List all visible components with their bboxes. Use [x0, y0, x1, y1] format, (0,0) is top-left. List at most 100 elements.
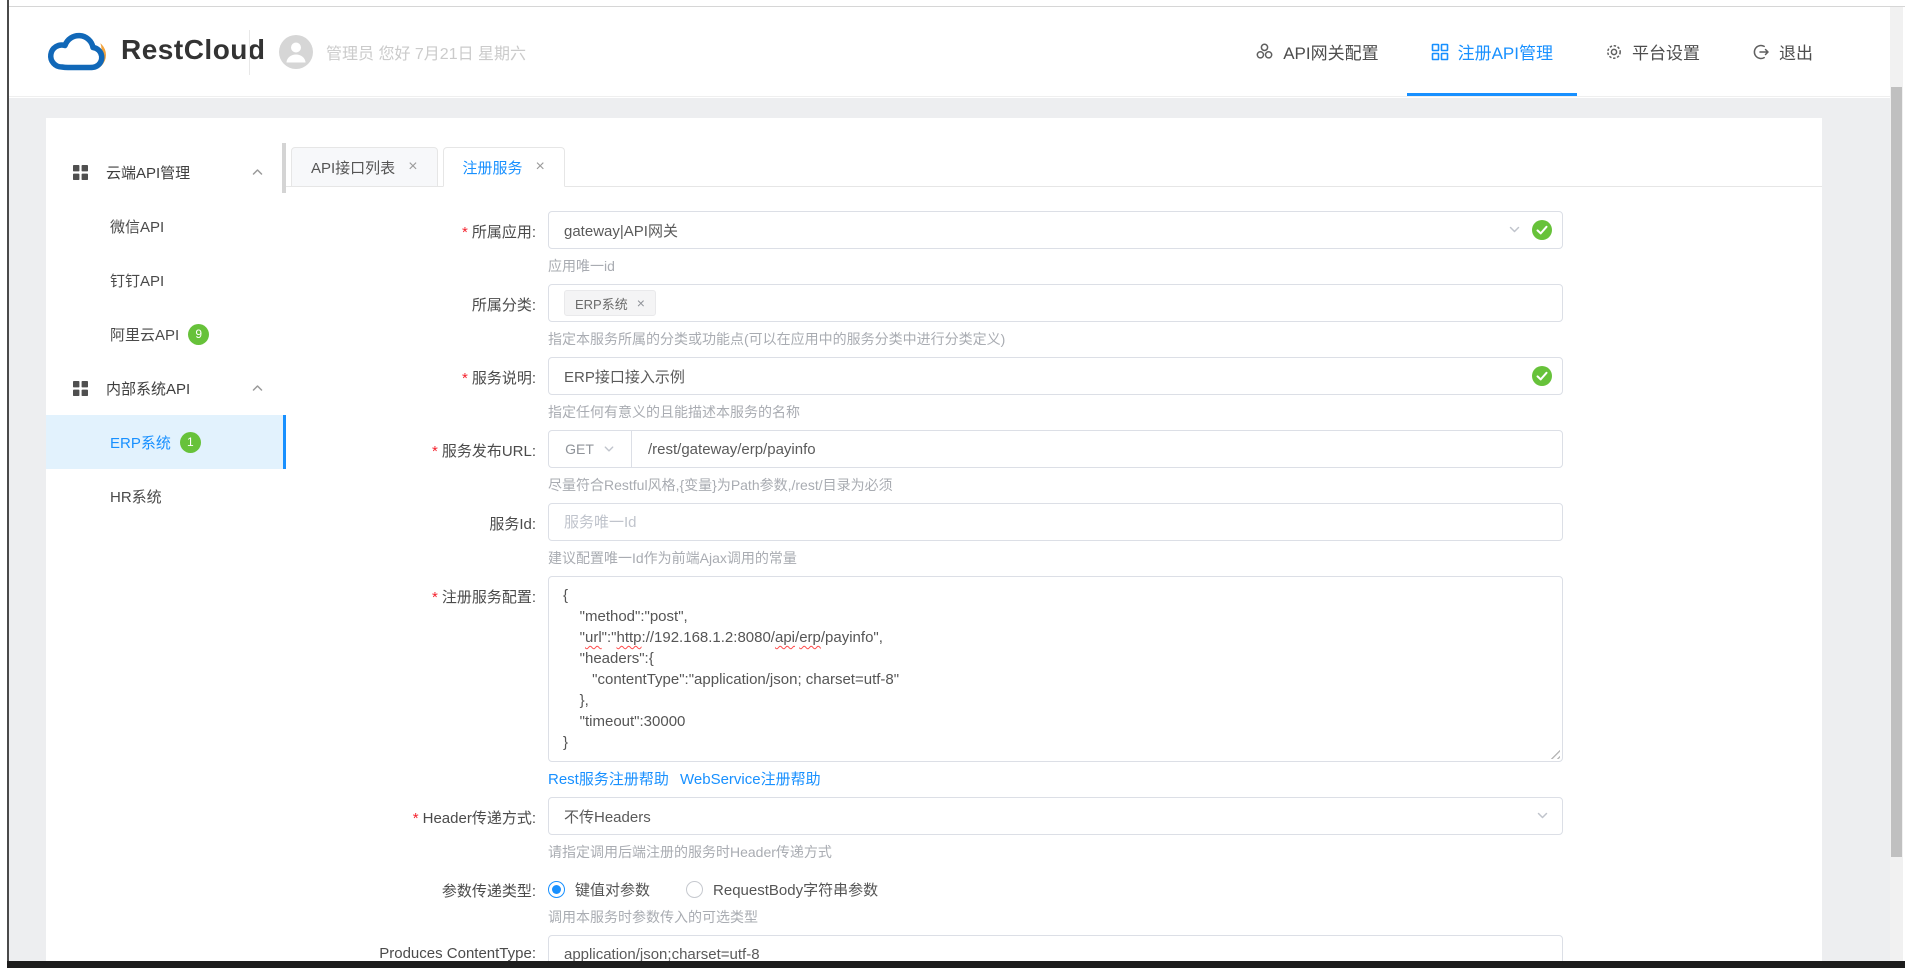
nav-label: 退出 [1779, 39, 1813, 64]
field-label: *Header传递方式: [286, 797, 548, 862]
required-marker: * [462, 224, 468, 241]
brand-name: RestCloud [121, 34, 266, 66]
close-icon[interactable]: × [408, 159, 417, 175]
user-avatar [279, 35, 313, 69]
tab-register-service[interactable]: 注册服务 × [443, 147, 565, 187]
sidebar-group-cloud-api[interactable]: 云端API管理 [46, 145, 286, 199]
sidebar-group-internal-api[interactable]: 内部系统API [46, 361, 286, 415]
sidebar-item-label: ERP系统 [110, 432, 171, 453]
top-nav: API网关配置 注册API管理 [1255, 7, 1813, 96]
sidebar-item-dingtalk-api[interactable]: 钉钉API [46, 253, 286, 307]
sidebar-item-aliyun-api[interactable]: 阿里云API 9 [46, 307, 286, 361]
radio-key-value-params[interactable]: 键值对参数 [548, 879, 650, 900]
api-gateway-icon [1255, 42, 1274, 61]
tab-label: 注册服务 [463, 157, 523, 178]
brand: RestCloud [45, 24, 266, 76]
chevron-down-icon[interactable] [1508, 223, 1521, 236]
field-service-desc: *服务说明: 指定任何有意义的且能描述本服务的名称 [286, 357, 1822, 422]
active-nav-underline [1407, 93, 1577, 96]
field-service-id: 服务Id: 建议配置唯一Id作为前端Ajax调用的常量 [286, 503, 1822, 568]
field-header-mode: *Header传递方式: 请指定调用后端注册的服务时Header传递方式 [286, 797, 1822, 862]
required-marker: * [462, 370, 468, 387]
field-label: *服务发布URL: [286, 430, 548, 495]
service-id-input[interactable] [548, 503, 1563, 541]
field-label: *所属应用: [286, 211, 548, 276]
tab-label: API接口列表 [311, 157, 395, 178]
field-helper: 建议配置唯一Id作为前端Ajax调用的常量 [548, 548, 1563, 568]
field-helper: 调用本服务时参数传入的可选类型 [548, 907, 1563, 927]
greeting-text: 管理员 您好 7月21日 星期六 [326, 40, 526, 64]
logout-icon [1752, 43, 1770, 61]
field-label: 参数传递类型: [286, 870, 548, 927]
field-label: *服务说明: [286, 357, 548, 422]
header-divider [249, 30, 250, 75]
owner-app-select[interactable] [548, 211, 1563, 249]
service-config-textarea[interactable]: { "method":"post", "url":"http://192.168… [548, 576, 1563, 762]
publish-url-input[interactable]: /rest/gateway/erp/payinfo [632, 441, 832, 458]
page-scrollbar-thumb[interactable] [1891, 87, 1902, 857]
valid-check-icon [1532, 220, 1552, 240]
close-icon[interactable]: × [536, 159, 545, 175]
app-window: RestCloud 管理员 您好 7月21日 星期六 API网关配置 [0, 0, 1905, 968]
sidebar-item-label: 微信API [110, 216, 164, 237]
field-label: 服务Id: [286, 503, 548, 568]
nav-platform-settings[interactable]: 平台设置 [1605, 7, 1700, 96]
field-param-type: 参数传递类型: 键值对参数 RequestBody字符串参数 [286, 870, 1822, 927]
tab-api-list[interactable]: API接口列表 × [291, 147, 438, 187]
category-tag: ERP系统 × [564, 290, 656, 316]
radio-dot [686, 881, 703, 898]
user-greeting: 管理员 您好 7月21日 星期六 [279, 35, 526, 69]
chevron-down-icon [603, 443, 615, 455]
field-label: *注册服务配置: [286, 576, 548, 789]
nav-label: API网关配置 [1283, 39, 1378, 64]
field-helper: 请指定调用后端注册的服务时Header传递方式 [548, 842, 1563, 862]
nav-logout[interactable]: 退出 [1752, 7, 1813, 96]
http-method-select[interactable]: GET [549, 431, 632, 467]
tab-bar: API接口列表 × 注册服务 × [286, 118, 1822, 187]
radio-requestbody-params[interactable]: RequestBody字符串参数 [686, 879, 878, 900]
valid-check-icon [1532, 366, 1552, 386]
tag-close-icon[interactable]: × [637, 295, 645, 311]
service-desc-input[interactable] [548, 357, 1563, 395]
sidebar-item-label: HR系统 [110, 486, 162, 507]
config-help-links: Rest服务注册帮助 WebService注册帮助 [548, 768, 1563, 789]
grid-icon [72, 380, 89, 397]
field-label: 所属分类: [286, 284, 548, 349]
sidebar-group-label: 云端API管理 [106, 162, 190, 183]
category-tag-input[interactable]: ERP系统 × [548, 284, 1563, 322]
sidebar-item-label: 钉钉API [110, 270, 164, 291]
sidebar-item-wechat-api[interactable]: 微信API [46, 199, 286, 253]
field-category: 所属分类: ERP系统 × 指定本服务所属的分类或功能点(可以在应用中的服务分类… [286, 284, 1822, 349]
restcloud-logo-icon [45, 24, 111, 76]
sidebar-item-erp-system[interactable]: ERP系统 1 [46, 415, 286, 469]
sidebar-item-label: 阿里云API [110, 324, 179, 345]
chevron-down-icon[interactable] [1536, 809, 1549, 822]
register-service-form: *所属应用: 应用唯一id [286, 187, 1822, 968]
field-publish-url: *服务发布URL: GET /rest/gateway/erp/payinfo … [286, 430, 1822, 495]
field-service-config: *注册服务配置: { "method":"post", "url":"http:… [286, 576, 1822, 789]
chevron-up-icon [251, 382, 264, 395]
header-mode-select[interactable] [548, 797, 1563, 835]
main-content: API接口列表 × 注册服务 × *所属应用: [286, 118, 1822, 968]
sidebar-item-hr-system[interactable]: HR系统 [46, 469, 286, 523]
grid-icon [72, 164, 89, 181]
service-config-value: { "method":"post", "url":"http://192.168… [549, 577, 1562, 761]
field-helper: 指定本服务所属的分类或功能点(可以在应用中的服务分类中进行分类定义) [548, 329, 1563, 349]
nav-api-gateway-config[interactable]: API网关配置 [1255, 7, 1378, 96]
page-scrollbar[interactable] [1890, 7, 1903, 961]
webservice-register-help-link[interactable]: WebService注册帮助 [680, 771, 821, 788]
field-helper: 指定任何有意义的且能描述本服务的名称 [548, 402, 1563, 422]
appstore-icon [1431, 43, 1449, 61]
required-marker: * [413, 810, 419, 827]
window-frame-left [7, 0, 9, 968]
nav-register-api-management[interactable]: 注册API管理 [1431, 7, 1553, 96]
chevron-up-icon [251, 166, 264, 179]
count-badge: 9 [188, 324, 209, 345]
rest-register-help-link[interactable]: Rest服务注册帮助 [548, 771, 669, 788]
content-card: 云端API管理 微信API 钉钉API 阿里云API 9 [46, 118, 1822, 968]
radio-dot [548, 881, 565, 898]
app-header: RestCloud 管理员 您好 7月21日 星期六 API网关配置 [9, 7, 1890, 97]
required-marker: * [432, 443, 438, 460]
sidebar: 云端API管理 微信API 钉钉API 阿里云API 9 [46, 118, 286, 968]
count-badge: 1 [180, 432, 201, 453]
